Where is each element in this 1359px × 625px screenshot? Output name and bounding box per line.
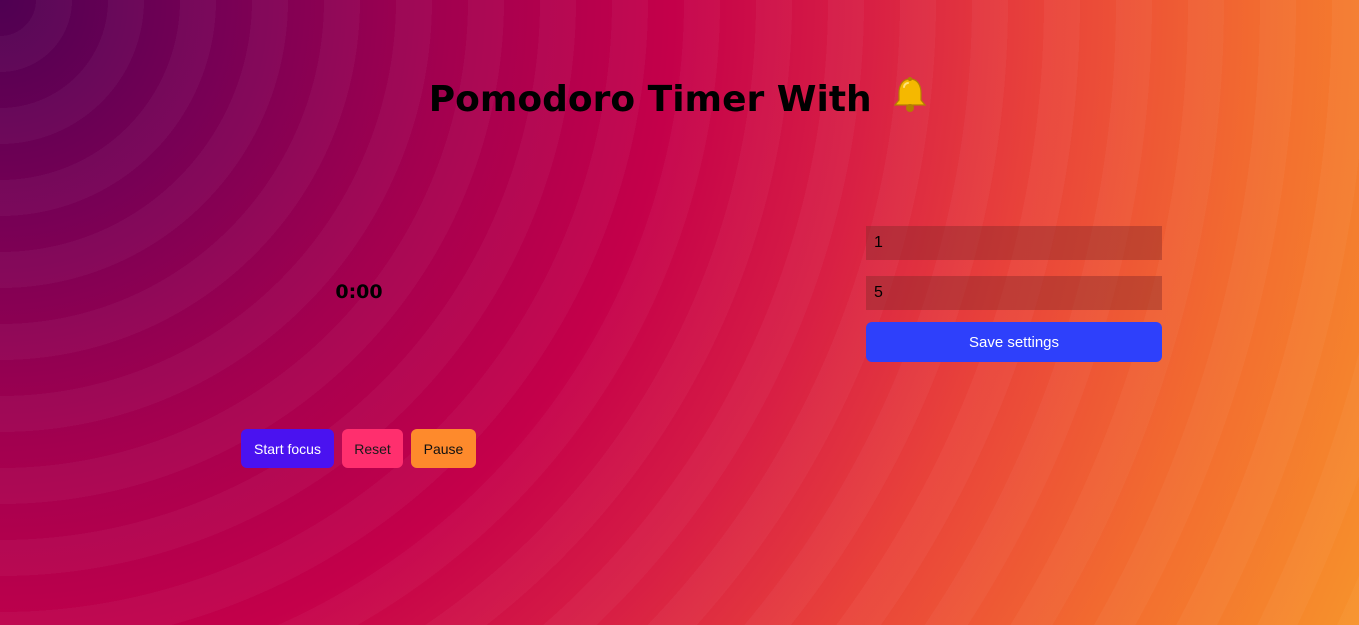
pause-button[interactable]: Pause <box>411 429 476 468</box>
page-title: Pomodoro Timer With <box>0 74 1359 126</box>
timer-display: 0:00 <box>335 281 383 303</box>
reset-button[interactable]: Reset <box>342 429 403 468</box>
save-settings-button[interactable]: Save settings <box>866 322 1162 362</box>
start-focus-button[interactable]: Start focus <box>241 429 334 468</box>
bell-icon <box>893 77 927 112</box>
focus-duration-input[interactable] <box>866 226 1162 260</box>
settings-panel: Save settings <box>866 226 1162 362</box>
break-duration-input[interactable] <box>866 276 1162 310</box>
timer-controls: Start focus Reset Pause <box>241 429 476 468</box>
page-title-text: Pomodoro Timer With <box>428 79 872 120</box>
